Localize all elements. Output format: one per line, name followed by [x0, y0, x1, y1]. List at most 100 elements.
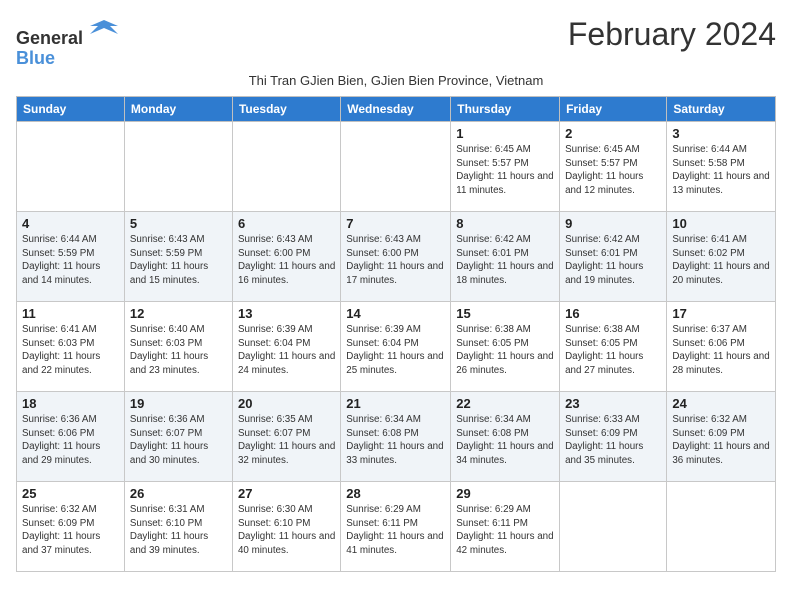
day-header-thursday: Thursday: [451, 97, 560, 122]
cell-date-number: 1: [456, 126, 554, 141]
day-header-sunday: Sunday: [17, 97, 125, 122]
cell-date-number: 14: [346, 306, 445, 321]
cell-info-text: Sunrise: 6:43 AMSunset: 6:00 PMDaylight:…: [346, 233, 445, 288]
day-header-saturday: Saturday: [667, 97, 776, 122]
calendar-cell: 27Sunrise: 6:30 AMSunset: 6:10 PMDayligh…: [232, 482, 340, 572]
calendar-cell: 10 Sunrise: 6:41 AMSunset: 6:02 PMDayligh…: [667, 212, 776, 302]
calendar-cell: 2 Sunrise: 6:45 AMSunset: 5:57 PMDaylight…: [560, 122, 667, 212]
calendar-cell: 16 Sunrise: 6:38 AMSunset: 6:05 PMDayligh…: [560, 302, 667, 392]
cell-date-number: 18: [22, 396, 119, 411]
cell-date-number: 23: [565, 396, 661, 411]
cell-date-number: 19: [130, 396, 227, 411]
calendar-cell: 22 Sunrise: 6:34 AMSunset: 6:08 PMDayligh…: [451, 392, 560, 482]
calendar-cell: 6 Sunrise: 6:43 AMSunset: 6:00 PMDaylight…: [232, 212, 340, 302]
cell-info-text: Sunrise: 6:37 AMSunset: 6:06 PMDaylight:…: [672, 323, 770, 378]
cell-info-text: Sunrise: 6:45 AMSunset: 5:57 PMDaylight:…: [565, 143, 661, 198]
calendar-cell: 7 Sunrise: 6:43 AMSunset: 6:00 PMDaylight…: [341, 212, 451, 302]
cell-info-text: Sunrise: 6:33 AMSunset: 6:09 PMDaylight:…: [565, 413, 661, 468]
cell-date-number: 12: [130, 306, 227, 321]
day-header-monday: Monday: [124, 97, 232, 122]
cell-date-number: 7: [346, 216, 445, 231]
cell-date-number: 29: [456, 486, 554, 501]
week-row-1: 1 Sunrise: 6:45 AMSunset: 5:57 PMDaylight…: [17, 122, 776, 212]
calendar-cell: 19 Sunrise: 6:36 AMSunset: 6:07 PMDayligh…: [124, 392, 232, 482]
day-header-friday: Friday: [560, 97, 667, 122]
calendar-cell: 21 Sunrise: 6:34 AMSunset: 6:08 PMDayligh…: [341, 392, 451, 482]
cell-info-text: Sunrise: 6:44 AMSunset: 5:59 PMDaylight:…: [22, 233, 119, 288]
cell-info-text: Sunrise: 6:41 AMSunset: 6:03 PMDaylight:…: [22, 323, 119, 378]
calendar-cell: 26Sunrise: 6:31 AMSunset: 6:10 PMDayligh…: [124, 482, 232, 572]
cell-date-number: 4: [22, 216, 119, 231]
cell-date-number: 21: [346, 396, 445, 411]
location-subtitle: Thi Tran GJien Bien, GJien Bien Province…: [16, 73, 776, 88]
cell-date-number: 3: [672, 126, 770, 141]
calendar-cell: 29 Sunrise: 6:29 AMSunset: 6:11 PMDayligh…: [451, 482, 560, 572]
calendar-cell: 3 Sunrise: 6:44 AMSunset: 5:58 PMDaylight…: [667, 122, 776, 212]
week-row-2: 4 Sunrise: 6:44 AMSunset: 5:59 PMDaylight…: [17, 212, 776, 302]
calendar-cell: 13Sunrise: 6:39 AMSunset: 6:04 PMDayligh…: [232, 302, 340, 392]
cell-info-text: Sunrise: 6:36 AMSunset: 6:06 PMDaylight:…: [22, 413, 119, 468]
calendar-cell: [560, 482, 667, 572]
cell-date-number: 17: [672, 306, 770, 321]
cell-date-number: 22: [456, 396, 554, 411]
cell-info-text: Sunrise: 6:39 AMSunset: 6:04 PMDaylight:…: [238, 323, 335, 378]
logo: General Blue: [16, 16, 118, 69]
cell-date-number: 2: [565, 126, 661, 141]
cell-info-text: Sunrise: 6:40 AMSunset: 6:03 PMDaylight:…: [130, 323, 227, 378]
cell-info-text: Sunrise: 6:29 AMSunset: 6:11 PMDaylight:…: [456, 503, 554, 558]
calendar-table: SundayMondayTuesdayWednesdayThursdayFrid…: [16, 96, 776, 572]
cell-date-number: 8: [456, 216, 554, 231]
logo-line1: General: [16, 16, 118, 49]
calendar-header-row: SundayMondayTuesdayWednesdayThursdayFrid…: [17, 97, 776, 122]
calendar-cell: 28Sunrise: 6:29 AMSunset: 6:11 PMDayligh…: [341, 482, 451, 572]
cell-info-text: Sunrise: 6:32 AMSunset: 6:09 PMDaylight:…: [22, 503, 119, 558]
calendar-cell: [232, 122, 340, 212]
cell-info-text: Sunrise: 6:29 AMSunset: 6:11 PMDaylight:…: [346, 503, 445, 558]
calendar-cell: 12 Sunrise: 6:40 AMSunset: 6:03 PMDayligh…: [124, 302, 232, 392]
cell-date-number: 6: [238, 216, 335, 231]
cell-date-number: 9: [565, 216, 661, 231]
calendar-cell: 14 Sunrise: 6:39 AMSunset: 6:04 PMDayligh…: [341, 302, 451, 392]
page-header: General Blue February 2024: [16, 16, 776, 69]
calendar-cell: 1 Sunrise: 6:45 AMSunset: 5:57 PMDaylight…: [451, 122, 560, 212]
cell-date-number: 5: [130, 216, 227, 231]
cell-info-text: Sunrise: 6:38 AMSunset: 6:05 PMDaylight:…: [456, 323, 554, 378]
title-block: February 2024: [568, 16, 776, 53]
calendar-cell: 5Sunrise: 6:43 AMSunset: 5:59 PMDaylight…: [124, 212, 232, 302]
calendar-title: February 2024: [568, 16, 776, 53]
logo-text-blue: Blue: [16, 48, 55, 68]
cell-info-text: Sunrise: 6:44 AMSunset: 5:58 PMDaylight:…: [672, 143, 770, 198]
logo-bird-icon: [90, 16, 118, 44]
calendar-cell: 18 Sunrise: 6:36 AMSunset: 6:06 PMDayligh…: [17, 392, 125, 482]
calendar-cell: [124, 122, 232, 212]
cell-info-text: Sunrise: 6:45 AMSunset: 5:57 PMDaylight:…: [456, 143, 554, 198]
calendar-cell: 8 Sunrise: 6:42 AMSunset: 6:01 PMDaylight…: [451, 212, 560, 302]
cell-date-number: 26: [130, 486, 227, 501]
cell-info-text: Sunrise: 6:34 AMSunset: 6:08 PMDaylight:…: [456, 413, 554, 468]
calendar-cell: 9Sunrise: 6:42 AMSunset: 6:01 PMDaylight…: [560, 212, 667, 302]
cell-info-text: Sunrise: 6:34 AMSunset: 6:08 PMDaylight:…: [346, 413, 445, 468]
cell-date-number: 16: [565, 306, 661, 321]
calendar-cell: 24 Sunrise: 6:32 AMSunset: 6:09 PMDayligh…: [667, 392, 776, 482]
cell-date-number: 24: [672, 396, 770, 411]
calendar-cell: [17, 122, 125, 212]
cell-info-text: Sunrise: 6:32 AMSunset: 6:09 PMDaylight:…: [672, 413, 770, 468]
week-row-3: 11 Sunrise: 6:41 AMSunset: 6:03 PMDayligh…: [17, 302, 776, 392]
cell-date-number: 15: [456, 306, 554, 321]
cell-info-text: Sunrise: 6:42 AMSunset: 6:01 PMDaylight:…: [456, 233, 554, 288]
cell-date-number: 11: [22, 306, 119, 321]
day-header-wednesday: Wednesday: [341, 97, 451, 122]
cell-info-text: Sunrise: 6:39 AMSunset: 6:04 PMDaylight:…: [346, 323, 445, 378]
cell-date-number: 25: [22, 486, 119, 501]
cell-info-text: Sunrise: 6:36 AMSunset: 6:07 PMDaylight:…: [130, 413, 227, 468]
calendar-cell: 15 Sunrise: 6:38 AMSunset: 6:05 PMDayligh…: [451, 302, 560, 392]
calendar-cell: [341, 122, 451, 212]
cell-date-number: 10: [672, 216, 770, 231]
calendar-cell: 20Sunrise: 6:35 AMSunset: 6:07 PMDayligh…: [232, 392, 340, 482]
cell-info-text: Sunrise: 6:43 AMSunset: 6:00 PMDaylight:…: [238, 233, 335, 288]
day-header-tuesday: Tuesday: [232, 97, 340, 122]
cell-info-text: Sunrise: 6:38 AMSunset: 6:05 PMDaylight:…: [565, 323, 661, 378]
cell-date-number: 27: [238, 486, 335, 501]
calendar-cell: [667, 482, 776, 572]
cell-info-text: Sunrise: 6:41 AMSunset: 6:02 PMDaylight:…: [672, 233, 770, 288]
